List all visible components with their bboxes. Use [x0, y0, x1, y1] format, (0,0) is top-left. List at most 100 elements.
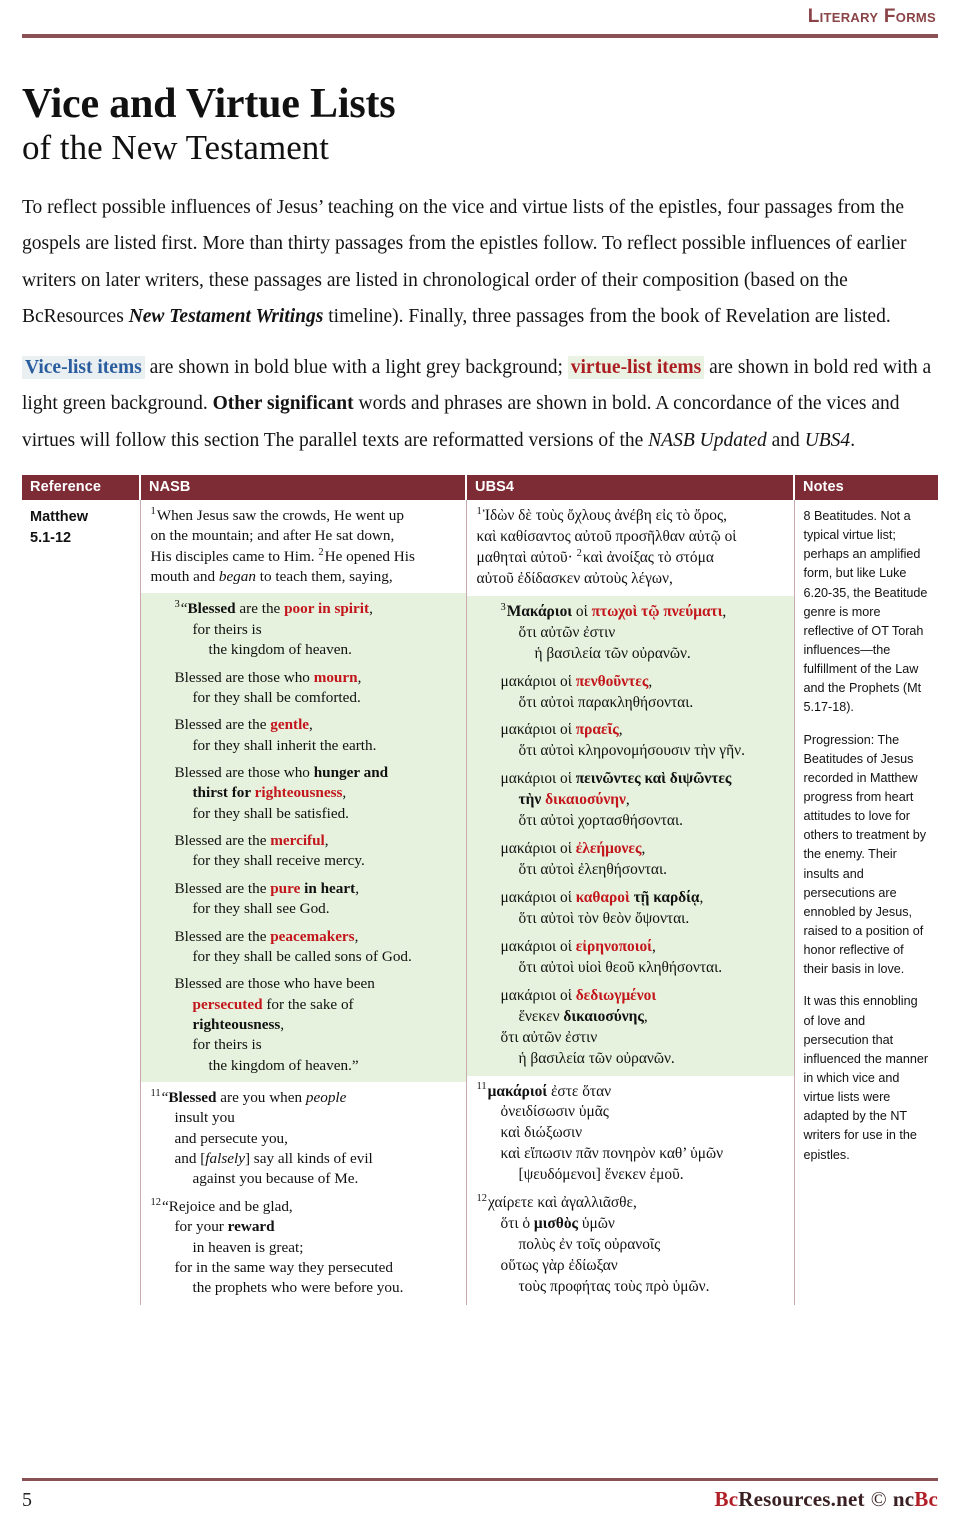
- nasb-v11-line-3: and persecute you,: [174, 1129, 288, 1147]
- ubs4-v12-l1: χαίρετε καὶ ἀγαλλιᾶσθε,: [488, 1194, 637, 1212]
- note-paragraph: It was this ennobling of love and persec…: [803, 994, 929, 1162]
- brand-bc: Bc: [714, 1487, 739, 1511]
- column-header-nasb: NASB: [140, 475, 467, 501]
- nasb-v12-line-1: 12“Rejoice and be glad,: [151, 1197, 458, 1217]
- beatitude-pre: μακάριοι οἱ: [500, 937, 576, 955]
- verse-number: 11: [476, 1081, 487, 1093]
- beatitude-post: ,: [625, 791, 630, 809]
- nasb-v11-l4-italic: falsely: [205, 1150, 245, 1168]
- nasb-v12-line-4: for in the same way they persecuted: [174, 1258, 393, 1276]
- nasb-v12-l1: “Rejoice and be glad,: [162, 1197, 293, 1215]
- nasb-intro-line-3: His disciples came to Him. 2He opened Hi…: [151, 547, 458, 567]
- beatitude-line-cont: ἕνεκεν δικαιοσύνης,: [477, 1007, 786, 1028]
- beatitude-reason: ὅτι αὐτοὶ υἱοὶ θεοῦ κληθήσονται.: [518, 958, 723, 976]
- beatitude-reason: for they shall inherit the earth.: [192, 736, 377, 754]
- beatitude-line: 3“Blessed are the poor in spirit,: [151, 599, 458, 619]
- virtue-item: ἐλεήμονες: [575, 840, 642, 858]
- parallel-texts-table: Reference NASB UBS4 Notes Matthew 5.1-12: [22, 475, 938, 1305]
- beatitude-line: Blessed are those who hunger and: [151, 763, 458, 783]
- intro-paragraph-2: Vice-list items are shown in bold blue w…: [22, 350, 938, 459]
- ubs4-intro-line-3: μαθηταὶ αὐτοῦ· 2καὶ ἀνοίξας τὸ στόμα: [477, 548, 786, 569]
- ubs4-intro-segment: 1Ἰδὼν δὲ τοὺς ὄχλους ἀνέβη εἰς τὸ ὄρος, …: [466, 500, 794, 596]
- blessed-word: Μακάριοι: [506, 602, 573, 620]
- brand-tail-bc: Bc: [914, 1487, 938, 1511]
- ubs4-v12-line-2: ὅτι ὁ μισθὸς ὑμῶν: [477, 1214, 786, 1235]
- virtue-item: πραεῖς: [575, 721, 619, 739]
- nasb-intro-l1: When Jesus saw the crowds, He went up: [156, 507, 404, 525]
- beatitude-line-cont: τὴν δικαιοσύνην,: [477, 790, 786, 811]
- beatitude-line: μακάριοι οἱ ἐλεήμονες,: [477, 839, 786, 860]
- ubs4-intro-line-2: καὶ καθίσαντος αὐτοῦ προσῆλθαν αὐτῷ οἱ: [476, 527, 737, 545]
- nasb-text: 1When Jesus saw the crowds, He went up o…: [140, 500, 466, 1305]
- column-header-ubs4: UBS4: [466, 475, 795, 501]
- ubs4-beatitudes-segment: 3Μακάριοι οἱ πτωχοὶ τῷ πνεύματι, ὅτι αὐτ…: [466, 595, 794, 1076]
- nasb-intro-l3: His disciples came to Him.: [150, 547, 315, 565]
- cell-notes: 8 Beatitudes. Not a typical virtue list;…: [794, 500, 938, 1305]
- beatitude-line: Blessed are the merciful,: [151, 831, 458, 851]
- intro-p2-bold: Other significant: [212, 393, 354, 415]
- beatitude-pre: Blessed are the: [174, 879, 271, 897]
- beatitude-reason: the kingdom of heaven.: [208, 641, 352, 659]
- ubs4-intro-l3a: μαθηταὶ αὐτοῦ·: [476, 548, 577, 566]
- virtue-item: καθαροὶ: [575, 889, 630, 907]
- ubs4-v11-line-4: καὶ εἴπωσιν πᾶν πονηρὸν καθ’ ὑμῶν: [500, 1145, 724, 1163]
- nasb-v11-l1-post: are you when: [216, 1089, 306, 1107]
- beatitude-reason: ἡ βασιλεία τῶν οὐρανῶν.: [518, 1049, 675, 1067]
- beatitude-reason: ὅτι αὐτοὶ τὸν θεὸν ὄψονται.: [518, 909, 690, 927]
- ubs4-v12-line-3: πολὺς ἐν τοῖς οὐρανοῖς: [518, 1236, 661, 1254]
- beatitude-pre: μακάριοι οἱ: [500, 672, 576, 690]
- ubs4-v11-l1-post: ἐστε ὅταν: [547, 1082, 612, 1100]
- significant-word: thirst for: [192, 784, 255, 802]
- nasb-intro-line-4: mouth and began to teach them, saying,: [151, 567, 458, 587]
- nasb-beatitudes-segment: 3“Blessed are the poor in spirit, for th…: [140, 593, 466, 1083]
- virtue-item: poor in spirit: [284, 600, 370, 618]
- virtue-list-keyword: virtue-list items: [567, 355, 705, 379]
- copyright-symbol: ©: [870, 1487, 887, 1511]
- significant-word: τῇ καρδίᾳ: [629, 889, 700, 907]
- verse-number: 12: [150, 1196, 162, 1208]
- beatitude-post: ,: [643, 1007, 648, 1025]
- beatitude-post: ,: [722, 602, 727, 620]
- virtue-item: righteousness: [254, 784, 343, 802]
- beatitude-post: ,: [651, 937, 656, 955]
- intro-p1-italic-title: New Testament Writings: [128, 306, 324, 328]
- beatitude-reason: for they shall be called sons of God.: [192, 947, 412, 965]
- beatitude-pre: οἱ: [572, 602, 592, 620]
- note-paragraph: Progression: The Beatitudes of Jesus rec…: [803, 732, 927, 977]
- beatitude-pre: μακάριοι οἱ: [500, 986, 576, 1004]
- intro-p2-part-a: are shown in bold blue with a light grey…: [144, 356, 568, 378]
- document-page: Literary Forms Vice and Virtue Lists of …: [0, 0, 960, 1526]
- brand-tail-nc: nc: [892, 1487, 915, 1511]
- beatitude-post: ,: [354, 927, 359, 945]
- reference-verses: 5.1-12: [30, 529, 72, 546]
- notes-block: 8 Beatitudes. Not a typical virtue list;…: [795, 500, 939, 1173]
- nasb-v11-line-5: against you because of Me.: [192, 1170, 359, 1188]
- beatitude-post: ,: [641, 840, 646, 858]
- nasb-intro-l4-italic: began: [218, 568, 256, 586]
- beatitude-post: ,: [355, 879, 359, 897]
- blessed-word: μακάριοί: [487, 1082, 548, 1100]
- beatitude-reason: for they shall be comforted.: [192, 688, 361, 706]
- reference-book: Matthew: [30, 509, 88, 526]
- beatitude-post: ,: [324, 832, 329, 850]
- beatitude-line: Blessed are those who have been: [174, 975, 375, 993]
- intro-paragraph-1: To reflect possible influences of Jesus’…: [22, 190, 938, 336]
- nasb-verses-11-12-segment: 11“Blessed are you when people insult yo…: [140, 1082, 466, 1305]
- beatitude-pre: Blessed are the: [174, 927, 271, 945]
- nasb-intro-line-2: on the mountain; and after He sat down,: [150, 527, 395, 545]
- beatitude-pre: Blessed are the: [174, 716, 271, 734]
- intro-p2-italic-nasb: NASB Updated: [648, 429, 767, 451]
- page-footer: 5 BcResources.net © ncBc: [22, 1478, 938, 1512]
- significant-word: hunger and: [313, 763, 389, 781]
- beatitude-post: ,: [369, 600, 373, 618]
- nasb-intro-line-1: 1When Jesus saw the crowds, He went up: [151, 506, 458, 526]
